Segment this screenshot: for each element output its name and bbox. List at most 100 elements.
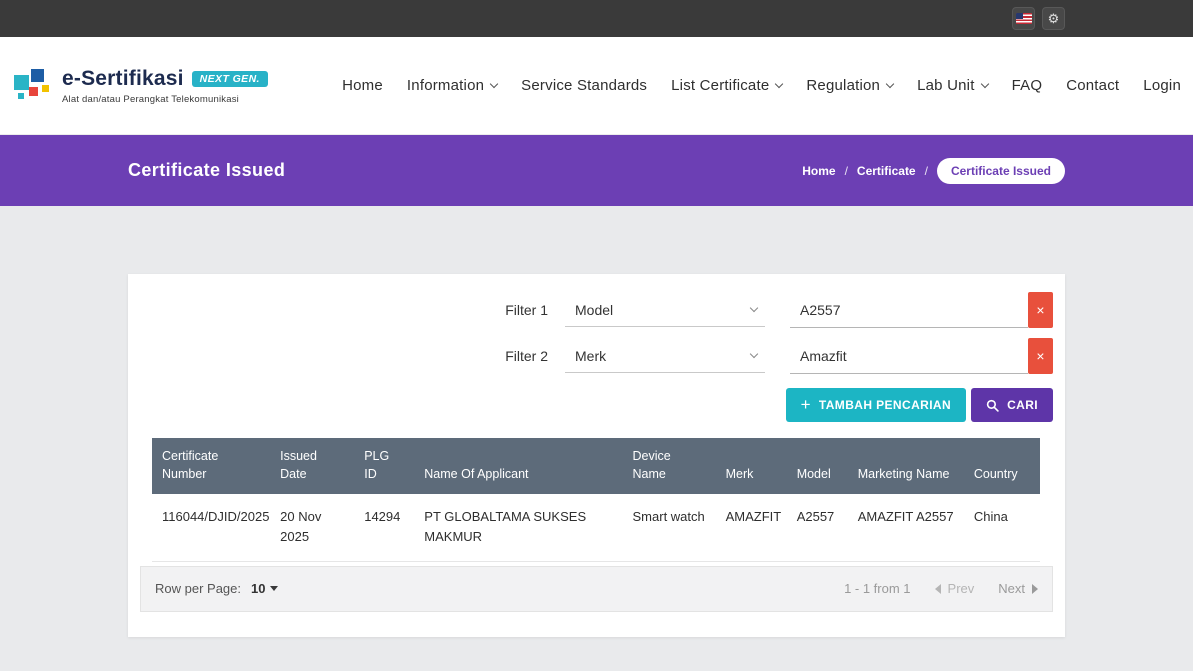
logo-text: e-Sertifikasi NEXT GEN. Alat dan/atau Pe… — [62, 67, 268, 105]
cell-issued-date: 20 Nov 2025 — [270, 494, 354, 561]
filter2-value-input[interactable] — [790, 338, 1028, 374]
cell-country: China — [964, 494, 1040, 561]
rows-per-page-select[interactable]: 10 — [251, 581, 278, 596]
filter1-clear-button[interactable]: × — [1028, 292, 1053, 328]
nav-service-standards[interactable]: Service Standards — [521, 77, 647, 94]
col-device-name: Device Name — [623, 438, 716, 494]
cell-device-name: Smart watch — [623, 494, 716, 561]
nav-information[interactable]: Information — [407, 77, 497, 94]
pagination-summary: 1 - 1 from 1 — [844, 581, 910, 596]
next-page-button[interactable]: Next — [998, 581, 1038, 596]
prev-label: Prev — [948, 581, 975, 596]
col-plg-id: PLG ID — [354, 438, 414, 494]
cari-label: CARI — [1007, 398, 1038, 412]
table-row[interactable]: 116044/DJID/2025 20 Nov 2025 14294 PT GL… — [152, 494, 1040, 561]
filter1-field-select[interactable]: Model — [565, 293, 765, 327]
filter-row-2: Filter 2 Merk × — [128, 338, 1053, 374]
table-footer: Row per Page: 10 1 - 1 from 1 Prev Next — [140, 566, 1053, 612]
chevron-down-icon — [750, 303, 758, 311]
chevron-down-icon — [775, 80, 783, 88]
breadcrumb-home[interactable]: Home — [802, 164, 835, 178]
cell-certificate-number: 116044/DJID/2025 — [152, 494, 270, 561]
chevron-down-icon — [490, 80, 498, 88]
caret-down-icon — [270, 586, 278, 591]
cell-marketing-name: AMAZFIT A2557 — [848, 494, 964, 561]
nav-label: Login — [1143, 77, 1181, 94]
gear-icon: ⚙ — [1048, 12, 1060, 25]
cell-merk: AMAZFIT — [716, 494, 787, 561]
pagination: 1 - 1 from 1 Prev Next — [844, 581, 1038, 596]
cari-button[interactable]: CARI — [971, 388, 1053, 422]
nav-label: Service Standards — [521, 77, 647, 94]
nav-lab-unit[interactable]: Lab Unit — [917, 77, 987, 94]
logo[interactable]: e-Sertifikasi NEXT GEN. Alat dan/atau Pe… — [12, 66, 268, 106]
logo-badge: NEXT GEN. — [192, 71, 268, 87]
main-content: Filter 1 Model × Filter 2 Merk — [0, 274, 1193, 637]
nav-label: Contact — [1066, 77, 1119, 94]
content-card: Filter 1 Model × Filter 2 Merk — [128, 274, 1065, 637]
page: ⚙ e-Sertifikasi NEXT GEN. Alat dan/atau … — [0, 0, 1193, 637]
filter2-clear-button[interactable]: × — [1028, 338, 1053, 374]
filter2-label: Filter 2 — [505, 348, 548, 364]
filter2-input-group: × — [790, 338, 1053, 374]
us-flag-icon — [1016, 13, 1032, 24]
logo-title: e-Sertifikasi — [62, 67, 184, 91]
filter1-input-group: × — [790, 292, 1053, 328]
filter-actions: + TAMBAH PENCARIAN CARI — [128, 388, 1053, 422]
filter1-label: Filter 1 — [505, 302, 548, 318]
breadcrumb-separator: / — [845, 164, 848, 178]
topbar: ⚙ — [0, 0, 1193, 37]
cell-model: A2557 — [787, 494, 848, 561]
filter2-select-value: Merk — [575, 348, 606, 364]
filter1-value-input[interactable] — [790, 292, 1028, 328]
chevron-down-icon — [980, 80, 988, 88]
col-marketing-name: Marketing Name — [848, 438, 964, 494]
main-nav: Home Information Service Standards List … — [342, 77, 1181, 94]
page-banner: Certificate Issued Home / Certificate / … — [0, 135, 1193, 206]
cell-plg-id: 14294 — [354, 494, 414, 561]
col-country: Country — [964, 438, 1040, 494]
cell-applicant: PT GLOBALTAMA SUKSES MAKMUR — [414, 494, 622, 561]
col-applicant: Name Of Applicant — [414, 438, 622, 494]
nav-list-certificate[interactable]: List Certificate — [671, 77, 782, 94]
nav-login[interactable]: Login — [1143, 77, 1181, 94]
breadcrumb-current: Certificate Issued — [937, 158, 1065, 184]
rows-per-page-label: Row per Page: — [155, 581, 241, 596]
prev-page-button[interactable]: Prev — [935, 581, 975, 596]
nav-home[interactable]: Home — [342, 77, 383, 94]
breadcrumb: Home / Certificate / Certificate Issued — [802, 158, 1065, 184]
breadcrumb-certificate[interactable]: Certificate — [857, 164, 916, 178]
chevron-down-icon — [886, 80, 894, 88]
filter2-field-select[interactable]: Merk — [565, 339, 765, 373]
nav-faq[interactable]: FAQ — [1012, 77, 1043, 94]
nav-contact[interactable]: Contact — [1066, 77, 1119, 94]
search-icon — [986, 399, 999, 412]
tambah-pencarian-label: TAMBAH PENCARIAN — [819, 398, 951, 412]
nav-label: FAQ — [1012, 77, 1043, 94]
chevron-down-icon — [750, 349, 758, 357]
nav-label: Lab Unit — [917, 77, 974, 94]
caret-left-icon — [935, 584, 941, 594]
language-button[interactable] — [1012, 7, 1035, 30]
col-certificate-number: Certificate Number — [152, 438, 270, 494]
caret-right-icon — [1032, 584, 1038, 594]
next-label: Next — [998, 581, 1025, 596]
tambah-pencarian-button[interactable]: + TAMBAH PENCARIAN — [786, 388, 967, 422]
nav-label: Regulation — [806, 77, 880, 94]
plus-icon: + — [801, 396, 811, 413]
nav-label: Home — [342, 77, 383, 94]
col-merk: Merk — [716, 438, 787, 494]
settings-button[interactable]: ⚙ — [1042, 7, 1065, 30]
filter1-select-value: Model — [575, 302, 613, 318]
rows-per-page-value: 10 — [251, 581, 265, 596]
nav-regulation[interactable]: Regulation — [806, 77, 893, 94]
rows-per-page: Row per Page: 10 — [155, 581, 278, 596]
page-title: Certificate Issued — [128, 160, 285, 181]
col-model: Model — [787, 438, 848, 494]
logo-icon — [12, 66, 52, 106]
nav-label: List Certificate — [671, 77, 769, 94]
header: e-Sertifikasi NEXT GEN. Alat dan/atau Pe… — [0, 37, 1193, 135]
breadcrumb-separator: / — [925, 164, 928, 178]
table-header-row: Certificate Number Issued Date PLG ID Na… — [152, 438, 1040, 494]
filter-row-1: Filter 1 Model × — [128, 292, 1053, 328]
